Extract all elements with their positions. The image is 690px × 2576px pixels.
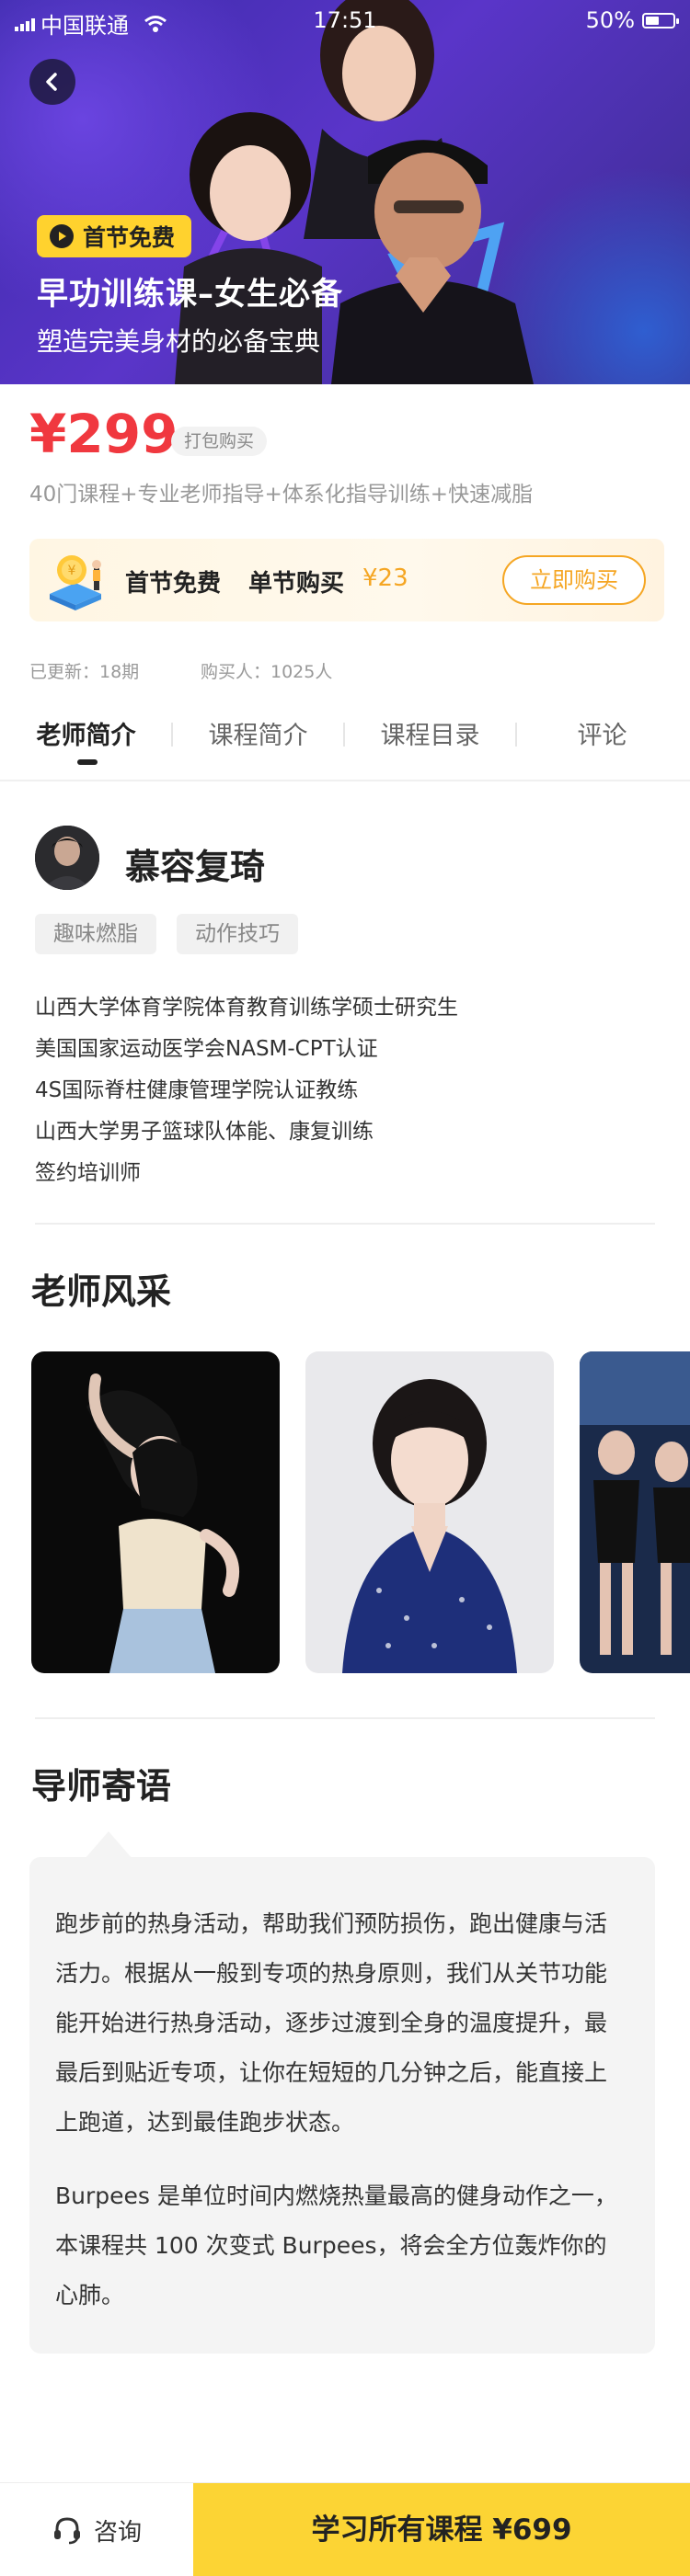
tab-bar-border xyxy=(0,780,690,781)
course-price: ¥299 xyxy=(29,403,178,465)
bio-line: 签约培训师 xyxy=(35,1161,141,1185)
promo-single-buy: 单节购买 xyxy=(248,570,345,598)
status-bar: 中国联通 17:51 50% xyxy=(0,0,690,44)
message-paragraph: Burpees 是单位时间内燃烧热量最高的健身动作之一， 本课程共 100 次变… xyxy=(55,2171,637,2320)
teacher-photo[interactable] xyxy=(31,1351,280,1673)
tab-course-catalog[interactable]: 课程目录 xyxy=(344,715,516,751)
back-button[interactable] xyxy=(29,59,75,105)
updated-count: 已更新：18期 xyxy=(29,662,140,682)
battery-indicator: 50% xyxy=(585,7,679,33)
teacher-avatar[interactable] xyxy=(35,826,99,890)
play-icon xyxy=(50,224,74,248)
course-subtitle: 塑造完美身材的必备宝典 xyxy=(37,326,321,357)
message-line: 心肺。 xyxy=(55,2282,125,2308)
gallery-title: 老师风采 xyxy=(31,1271,172,1312)
tab-teacher-intro[interactable]: 老师简介 xyxy=(0,715,172,751)
consult-button[interactable]: 咨询 xyxy=(0,2483,193,2576)
course-title: 早功训练课–女生必备 xyxy=(37,276,343,313)
active-tab-indicator xyxy=(77,759,98,765)
message-title: 导师寄语 xyxy=(31,1766,172,1807)
teacher-tag: 趣味燃脂 xyxy=(35,914,156,954)
bundle-tag: 打包购买 xyxy=(171,427,268,456)
teacher-bio: 山西大学体育学院体育教育训练学硕士研究生 美国国家运动医学会NASM-CPT认证… xyxy=(35,987,458,1194)
svg-text:¥: ¥ xyxy=(68,564,76,578)
teacher-photo[interactable] xyxy=(305,1351,554,1673)
teacher-name: 慕容复琦 xyxy=(125,847,266,887)
coin-stack-icon: ¥ xyxy=(50,555,101,610)
bio-line: 美国国家运动医学会NASM-CPT认证 xyxy=(35,1037,378,1061)
badge-label: 首节免费 xyxy=(83,224,176,251)
message-line: 跑步前的热身活动，帮助我们预防损伤，跑出健康与活 xyxy=(55,1910,608,1937)
bio-line: 山西大学体育学院体育教育训练学硕士研究生 xyxy=(35,996,458,1020)
battery-level xyxy=(646,16,659,25)
hero-banner: 中国联通 17:51 50% 首节免费 早功训练课–女生必备 塑造完美身材的必备… xyxy=(0,0,690,384)
section-divider xyxy=(35,1717,655,1719)
message-line: 本课程共 100 次变式 Burpees，将会全方位轰炸你的 xyxy=(55,2232,607,2259)
bio-line: 山西大学男子篮球队体能、康复训练 xyxy=(35,1120,374,1144)
buy-now-button[interactable]: 立即购买 xyxy=(502,555,646,605)
tab-bar: 老师简介 课程简介 课程目录 评论 xyxy=(0,708,690,781)
single-purchase-banner: ¥ 首节免费 单节购买 ¥23 立即购买 xyxy=(29,539,664,621)
teacher-photo[interactable] xyxy=(580,1351,690,1673)
bottom-action-bar: 咨询 学习所有课程 ¥699 xyxy=(0,2482,690,2576)
message-line: 能开始进行热身活动，逐步过渡到全身的温度提升，最 xyxy=(55,2010,608,2036)
consult-label: 咨询 xyxy=(93,2518,142,2547)
promo-single-price: ¥23 xyxy=(362,564,408,592)
free-first-badge: 首节免费 xyxy=(37,215,192,257)
tab-comments[interactable]: 评论 xyxy=(516,715,688,751)
message-line: Burpees 是单位时间内燃烧热量最高的健身动作之一， xyxy=(55,2183,617,2209)
message-line: 最后到贴近专项，让你在短短的几分钟之后，能直接上 xyxy=(55,2059,608,2086)
message-paragraph: 跑步前的热身活动，帮助我们预防损伤，跑出健康与活 活力。根据从一般到专项的热身原… xyxy=(55,1899,637,2148)
message-line: 活力。根据从一般到专项的热身原则，我们从关节功能 xyxy=(55,1960,608,1987)
buyer-count: 购买人：1025人 xyxy=(201,662,333,682)
headset-icon xyxy=(53,2517,80,2545)
teacher-tag: 动作技巧 xyxy=(177,914,298,954)
bio-line: 4S国际脊柱健康管理学院认证教练 xyxy=(35,1078,359,1102)
course-features: 40门课程+专业老师指导+体系化指导训练+快速减脂 xyxy=(29,483,534,507)
buy-all-courses-button[interactable]: 学习所有课程 ¥699 xyxy=(193,2483,690,2576)
battery-percent: 50% xyxy=(585,7,635,33)
chevron-left-icon xyxy=(46,73,57,91)
tab-course-intro[interactable]: 课程简介 xyxy=(172,715,344,751)
teacher-message: 跑步前的热身活动，帮助我们预防损伤，跑出健康与活 活力。根据从一般到专项的热身原… xyxy=(29,1857,655,2354)
promo-first-free: 首节免费 xyxy=(125,570,222,598)
battery-icon xyxy=(642,12,679,28)
message-line: 上跑道，达到最佳跑步状态。 xyxy=(55,2109,355,2136)
message-bubble-notch xyxy=(85,1831,132,1859)
section-divider xyxy=(35,1223,655,1225)
